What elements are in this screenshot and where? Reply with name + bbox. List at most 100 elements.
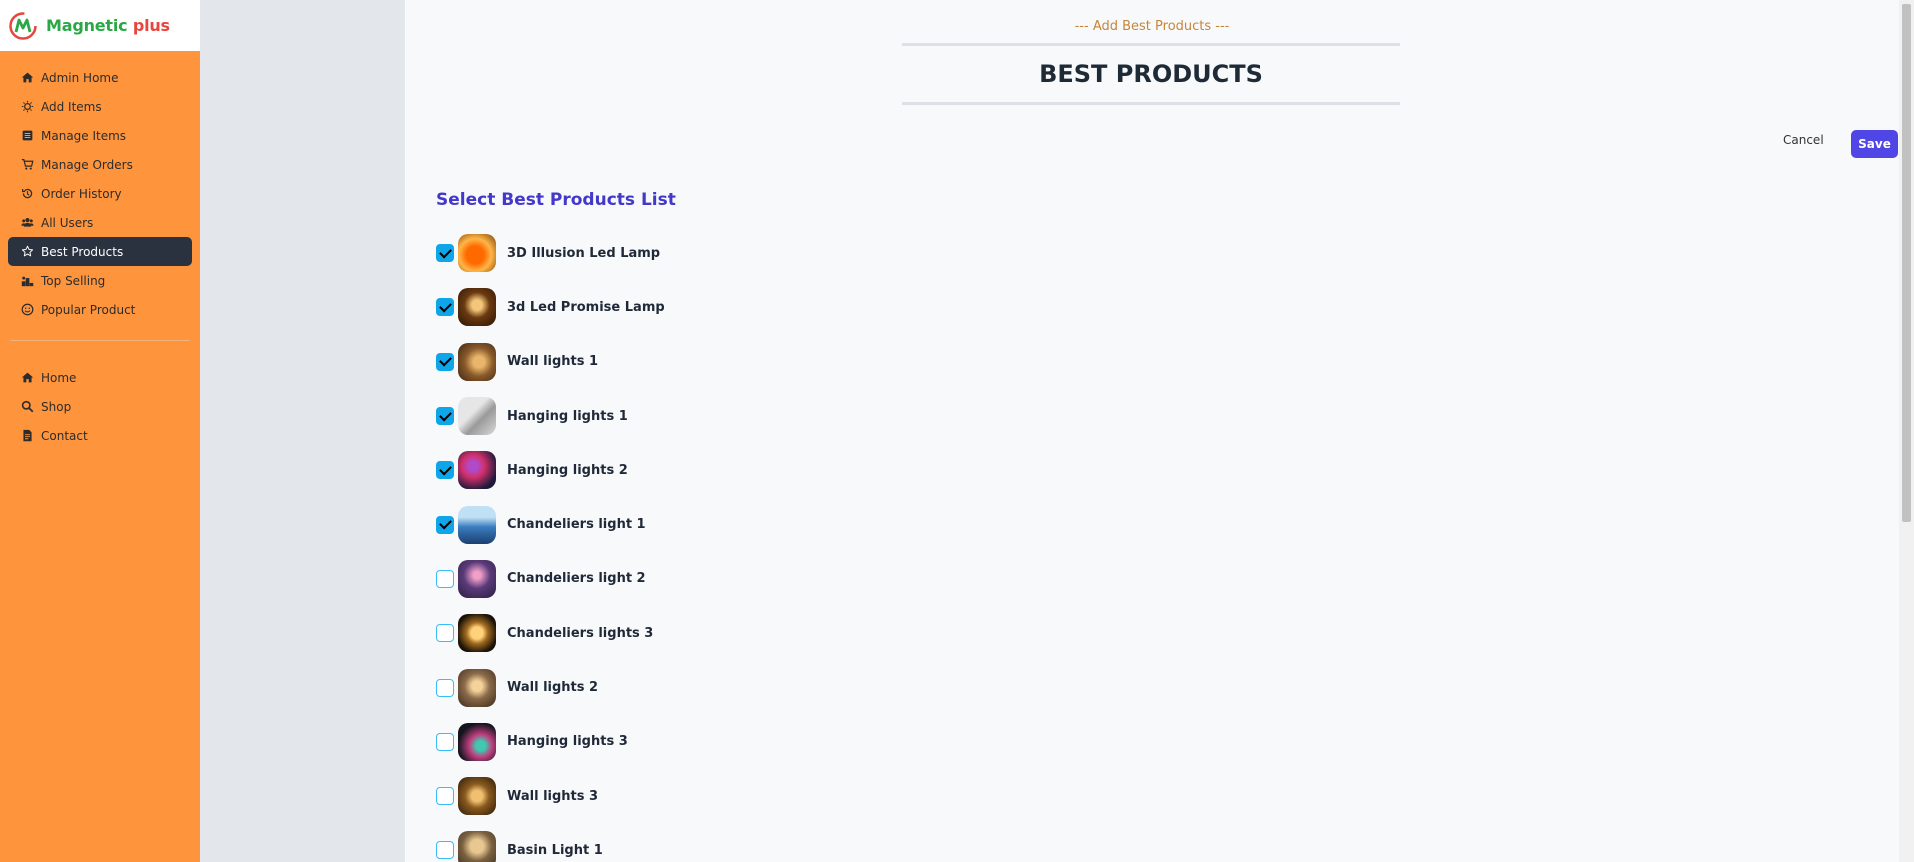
sidebar-item-label: Top Selling xyxy=(41,273,106,288)
product-name: Basin Light 1 xyxy=(507,842,603,858)
list-item[interactable]: Hanging lights 1 xyxy=(436,389,665,443)
product-thumbnail xyxy=(458,342,496,381)
product-name: Hanging lights 2 xyxy=(507,462,628,478)
product-name: 3d Led Promise Lamp xyxy=(507,299,665,315)
admin-nav: Admin Home Add Items Manage Items Manage… xyxy=(0,51,200,450)
sidebar-link-label: Contact xyxy=(41,428,88,443)
cart-icon xyxy=(20,158,34,172)
product-checkbox[interactable] xyxy=(436,732,454,751)
product-name: Hanging lights 3 xyxy=(507,734,628,750)
brand-name: Magnetic plus xyxy=(46,16,170,35)
list-item[interactable]: Wall lights 1 xyxy=(436,335,665,389)
sidebar-link-label: Shop xyxy=(41,399,72,414)
document-icon xyxy=(20,429,34,443)
sidebar-item-label: Popular Product xyxy=(41,302,136,317)
sidebar-item-label: Admin Home xyxy=(41,70,119,85)
home-icon xyxy=(20,71,34,85)
product-thumbnail xyxy=(458,668,496,707)
home-icon xyxy=(20,371,34,385)
product-thumbnail xyxy=(458,722,496,761)
sidebar-item-label: Manage Items xyxy=(41,128,127,143)
list-item[interactable]: Hanging lights 2 xyxy=(436,443,665,497)
product-thumbnail xyxy=(458,614,496,653)
list-item[interactable]: Chandeliers light 1 xyxy=(436,497,665,551)
sidebar-item-all-users[interactable]: All Users xyxy=(8,208,192,237)
logo-icon xyxy=(9,11,37,40)
history-icon xyxy=(20,187,34,201)
list-item[interactable]: 3d Led Promise Lamp xyxy=(436,280,665,334)
product-name: Chandeliers light 2 xyxy=(507,571,646,587)
product-thumbnail xyxy=(458,831,496,862)
list-item[interactable]: Basin Light 1 xyxy=(436,823,665,862)
product-checkbox[interactable] xyxy=(436,624,454,643)
sidebar-item-label: Manage Orders xyxy=(41,157,133,172)
podium-icon xyxy=(20,274,34,288)
product-name: Chandeliers lights 3 xyxy=(507,625,654,641)
product-thumbnail xyxy=(458,559,496,598)
product-checkbox[interactable] xyxy=(436,407,454,426)
page-title: BEST PRODUCTS xyxy=(1039,60,1263,88)
sidebar-item-label: All Users xyxy=(41,215,94,230)
sidebar-item-add-items[interactable]: Add Items xyxy=(8,92,192,121)
list-heading: Select Best Products List xyxy=(436,190,676,210)
product-checkbox[interactable] xyxy=(436,569,454,588)
sidebar-item-label: Order History xyxy=(41,186,122,201)
product-thumbnail xyxy=(458,451,496,490)
list-item[interactable]: Chandeliers light 2 xyxy=(436,552,665,606)
cancel-button[interactable]: Cancel xyxy=(1783,133,1824,147)
logo[interactable]: Magnetic plus xyxy=(0,0,200,51)
main-content: --- Add Best Products --- BEST PRODUCTS … xyxy=(405,0,1899,862)
list-item[interactable]: 3D Illusion Led Lamp xyxy=(436,226,665,280)
smile-icon xyxy=(20,303,34,317)
product-name: Wall lights 1 xyxy=(507,354,599,370)
save-button[interactable]: Save xyxy=(1851,130,1898,158)
product-thumbnail xyxy=(458,288,496,327)
product-checkbox[interactable] xyxy=(436,461,454,480)
product-name: 3D Illusion Led Lamp xyxy=(507,245,661,261)
sidebar-link-label: Home xyxy=(41,370,77,385)
product-checkbox[interactable] xyxy=(436,678,454,697)
content-gutter xyxy=(200,0,405,862)
product-name: Wall lights 3 xyxy=(507,788,599,804)
product-thumbnail xyxy=(458,397,496,436)
sidebar-divider xyxy=(10,340,190,341)
sidebar-link-home[interactable]: Home xyxy=(8,363,192,392)
sidebar-item-best-products[interactable]: Best Products xyxy=(8,237,192,266)
brand-name-part1: Magnetic xyxy=(46,16,128,35)
product-checkbox[interactable] xyxy=(436,244,454,263)
sidebar-link-shop[interactable]: Shop xyxy=(8,392,192,421)
product-checkbox[interactable] xyxy=(436,298,454,317)
users-icon xyxy=(20,216,34,230)
sidebar-item-label: Add Items xyxy=(41,99,102,114)
product-checkbox[interactable] xyxy=(436,352,454,371)
scrollbar-thumb[interactable] xyxy=(1902,4,1911,522)
search-icon xyxy=(20,400,34,414)
product-checkbox[interactable] xyxy=(436,787,454,806)
brand-name-part2: plus xyxy=(132,16,170,35)
page-title-box: BEST PRODUCTS xyxy=(902,43,1400,105)
sidebar-item-top-selling[interactable]: Top Selling xyxy=(8,266,192,295)
product-name: Wall lights 2 xyxy=(507,680,599,696)
sidebar-item-order-history[interactable]: Order History xyxy=(8,179,192,208)
product-name: Chandeliers light 1 xyxy=(507,517,646,533)
product-name: Hanging lights 1 xyxy=(507,408,628,424)
sidebar-link-contact[interactable]: Contact xyxy=(8,421,192,450)
page-subtitle: --- Add Best Products --- xyxy=(1074,19,1230,34)
product-thumbnail xyxy=(458,234,496,273)
product-checkbox[interactable] xyxy=(436,841,454,860)
sidebar-item-manage-items[interactable]: Manage Items xyxy=(8,121,192,150)
list-item[interactable]: Wall lights 3 xyxy=(436,769,665,823)
sidebar-item-manage-orders[interactable]: Manage Orders xyxy=(8,150,192,179)
sidebar-item-admin-home[interactable]: Admin Home xyxy=(8,63,192,92)
product-thumbnail xyxy=(458,777,496,816)
star-icon xyxy=(20,245,34,259)
sidebar-item-popular-product[interactable]: Popular Product xyxy=(8,295,192,324)
sidebar-item-label: Best Products xyxy=(41,244,124,259)
product-list: 3D Illusion Led Lamp 3d Led Promise Lamp… xyxy=(436,226,665,862)
list-item[interactable]: Chandeliers lights 3 xyxy=(436,606,665,660)
list-item[interactable]: Hanging lights 3 xyxy=(436,715,665,769)
list-icon xyxy=(20,129,34,143)
list-item[interactable]: Wall lights 2 xyxy=(436,660,665,714)
sidebar: Magnetic plus Admin Home Add Items Manag… xyxy=(0,0,200,862)
product-checkbox[interactable] xyxy=(436,515,454,534)
